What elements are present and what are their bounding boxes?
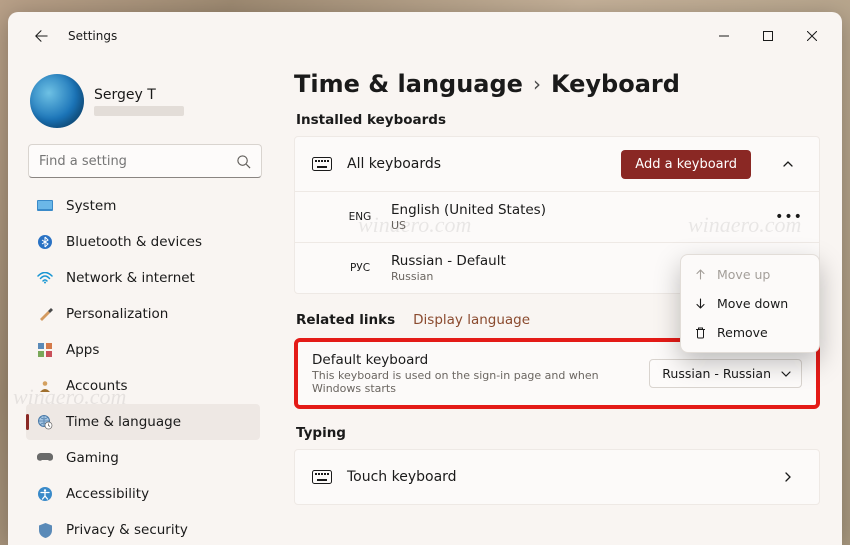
- shield-icon: [36, 521, 54, 539]
- sidebar-item-label: Network & internet: [66, 270, 195, 286]
- sidebar-item-label: Accessibility: [66, 486, 149, 502]
- expand-button[interactable]: [773, 462, 803, 492]
- search-box[interactable]: [28, 144, 262, 178]
- related-links-label: Related links: [296, 312, 395, 328]
- default-keyboard-title: Default keyboard: [312, 352, 649, 368]
- sidebar-item-label: Accounts: [66, 378, 128, 394]
- chevron-up-icon: [782, 158, 794, 170]
- minimize-icon: [719, 31, 729, 41]
- sidebar-item-label: System: [66, 198, 116, 214]
- sidebar-item-personalization[interactable]: Personalization: [26, 296, 260, 332]
- context-menu: Move up Move down Remove: [680, 254, 820, 353]
- wifi-icon: [36, 269, 54, 287]
- add-keyboard-button[interactable]: Add a keyboard: [621, 150, 751, 179]
- sidebar-item-gaming[interactable]: Gaming: [26, 440, 260, 476]
- menu-move-up[interactable]: Move up: [686, 260, 814, 289]
- breadcrumb: Time & language › Keyboard: [294, 70, 820, 98]
- sidebar-item-label: Time & language: [66, 414, 181, 430]
- more-button[interactable]: •••: [775, 203, 803, 231]
- titlebar: Settings: [8, 12, 842, 60]
- menu-remove[interactable]: Remove: [686, 318, 814, 347]
- keyboard-entry[interactable]: ENG English (United States) US •••: [295, 191, 819, 242]
- accounts-icon: [36, 377, 54, 395]
- chevron-right-icon: [782, 471, 794, 483]
- breadcrumb-parent[interactable]: Time & language: [294, 70, 523, 98]
- default-keyboard-subtitle: This keyboard is used on the sign-in pag…: [312, 369, 649, 395]
- profile-name: Sergey T: [94, 87, 184, 103]
- sidebar-item-time-language[interactable]: Time & language: [26, 404, 260, 440]
- arrow-down-icon: [694, 297, 707, 310]
- section-installed-heading: Installed keyboards: [296, 112, 820, 128]
- arrow-up-icon: [694, 268, 707, 281]
- sidebar-item-network[interactable]: Network & internet: [26, 260, 260, 296]
- sidebar-item-apps[interactable]: Apps: [26, 332, 260, 368]
- close-icon: [807, 31, 817, 41]
- sidebar-item-accounts[interactable]: Accounts: [26, 368, 260, 404]
- profile-email-placeholder: [94, 106, 184, 116]
- sidebar-item-privacy[interactable]: Privacy & security: [26, 512, 260, 545]
- accessibility-icon: [36, 485, 54, 503]
- search-icon: [236, 154, 251, 169]
- sidebar-item-label: Apps: [66, 342, 99, 358]
- maximize-button[interactable]: [746, 21, 790, 51]
- default-keyboard-select[interactable]: Russian - Russian: [649, 359, 802, 388]
- avatar: [30, 74, 84, 128]
- globe-clock-icon: [36, 413, 54, 431]
- keyboard-icon: [311, 157, 333, 171]
- settings-window: Settings Sergey T System Bluetooth & dev…: [8, 12, 842, 545]
- chevron-right-icon: ›: [533, 72, 541, 96]
- gaming-icon: [36, 449, 54, 467]
- profile-block[interactable]: Sergey T: [26, 68, 264, 138]
- sidebar-item-bluetooth[interactable]: Bluetooth & devices: [26, 224, 260, 260]
- sidebar-item-label: Personalization: [66, 306, 168, 322]
- main-content: Time & language › Keyboard Installed key…: [272, 60, 842, 545]
- sidebar: Sergey T System Bluetooth & devices Netw…: [8, 60, 272, 545]
- display-icon: [36, 197, 54, 215]
- breadcrumb-current: Keyboard: [551, 70, 680, 98]
- sidebar-item-label: Bluetooth & devices: [66, 234, 202, 250]
- trash-icon: [694, 326, 707, 339]
- chevron-down-icon: [781, 369, 791, 379]
- sidebar-item-label: Gaming: [66, 450, 119, 466]
- bluetooth-icon: [36, 233, 54, 251]
- touch-keyboard-label: Touch keyboard: [347, 469, 751, 485]
- maximize-icon: [763, 31, 773, 41]
- keyboard-icon: [311, 470, 333, 484]
- touch-keyboard-card[interactable]: Touch keyboard: [294, 449, 820, 505]
- back-button[interactable]: [24, 19, 58, 53]
- brush-icon: [36, 305, 54, 323]
- sidebar-item-system[interactable]: System: [26, 188, 260, 224]
- arrow-left-icon: [34, 29, 48, 43]
- keyboard-sublabel: US: [391, 219, 761, 232]
- collapse-button[interactable]: [773, 149, 803, 179]
- all-keyboards-row[interactable]: All keyboards Add a keyboard: [295, 137, 819, 191]
- apps-icon: [36, 341, 54, 359]
- window-title: Settings: [68, 29, 117, 43]
- close-button[interactable]: [790, 21, 834, 51]
- nav-list: System Bluetooth & devices Network & int…: [26, 188, 264, 545]
- language-tag: ENG: [343, 211, 377, 223]
- sidebar-item-accessibility[interactable]: Accessibility: [26, 476, 260, 512]
- all-keyboards-label: All keyboards: [347, 156, 607, 172]
- language-tag: РУС: [343, 262, 377, 274]
- keyboard-name: English (United States): [391, 202, 761, 218]
- menu-move-down[interactable]: Move down: [686, 289, 814, 318]
- sidebar-item-label: Privacy & security: [66, 522, 188, 538]
- minimize-button[interactable]: [702, 21, 746, 51]
- section-typing-heading: Typing: [296, 425, 820, 441]
- default-keyboard-value: Russian - Russian: [662, 366, 771, 381]
- search-input[interactable]: [39, 154, 236, 169]
- display-language-link[interactable]: Display language: [413, 312, 530, 328]
